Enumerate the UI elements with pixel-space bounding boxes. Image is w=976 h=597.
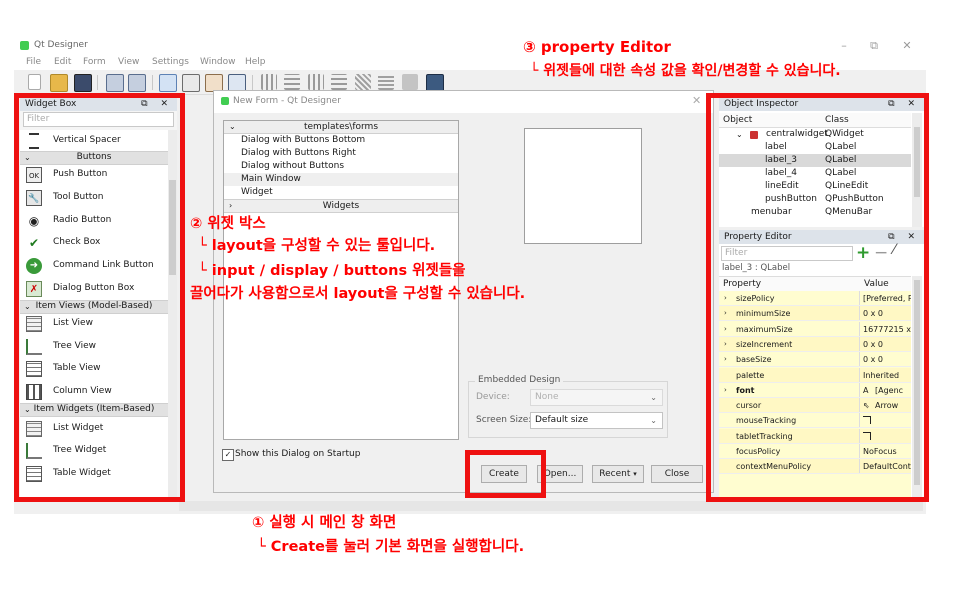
new-file-icon[interactable]: [28, 74, 41, 90]
qt-logo-icon: [20, 41, 29, 50]
highlight-widget-box: [14, 93, 185, 502]
menu-form[interactable]: Form: [83, 57, 106, 67]
close-button[interactable]: ✕: [894, 38, 920, 54]
tree-header-label: templates\forms: [303, 122, 379, 132]
device-select[interactable]: None ⌄: [530, 389, 663, 406]
title-bar: Qt Designer – ⧉ ✕: [14, 34, 926, 58]
layout-vertical-icon[interactable]: [284, 74, 300, 90]
chevron-down-icon: ⌄: [229, 122, 236, 131]
layout-splitter-v-icon[interactable]: [331, 74, 347, 90]
save-icon[interactable]: [74, 74, 92, 92]
minimize-button[interactable]: –: [831, 38, 857, 54]
menu-settings[interactable]: Settings: [152, 57, 189, 67]
embedded-design-group: Embedded Design Device: None ⌄ Screen Si…: [468, 375, 668, 438]
template-item[interactable]: Dialog without Buttons: [224, 160, 458, 173]
layout-horizontal-icon[interactable]: [261, 74, 277, 90]
layout-splitter-h-icon[interactable]: [308, 74, 324, 90]
tree-header-label: Widgets: [322, 201, 360, 211]
tree-header-templates[interactable]: ⌄ templates\forms: [224, 121, 458, 134]
open-folder-icon[interactable]: [50, 74, 68, 92]
template-item[interactable]: Dialog with Buttons Bottom: [224, 134, 458, 147]
dialog-close-button[interactable]: ✕: [692, 94, 701, 107]
recent-button-label: Recent: [599, 469, 631, 479]
device-select-value: None: [535, 392, 559, 402]
annotation-widget-box-line1: └ layout을 구성할 수 있는 툴입니다.: [198, 238, 436, 254]
layout-grid-icon[interactable]: [378, 74, 394, 90]
menu-edit[interactable]: Edit: [54, 57, 71, 67]
annotation-widget-box-line3: 끌어다가 사용함으로서 layout을 구성할 수 있습니다.: [190, 286, 526, 302]
group-title: Embedded Design: [475, 375, 564, 385]
screen-size-value: Default size: [535, 415, 589, 425]
show-on-startup-label: Show this Dialog on Startup: [235, 449, 361, 459]
device-label: Device:: [476, 392, 510, 402]
annotation-property-editor-desc: └ 위젯들에 대한 속성 값을 확인/변경할 수 있습니다.: [530, 63, 841, 79]
window-title: Qt Designer: [34, 40, 88, 50]
break-layout-icon[interactable]: [402, 74, 418, 90]
recent-button[interactable]: Recent ▾: [592, 465, 644, 483]
menu-file[interactable]: File: [26, 57, 41, 67]
qt-logo-icon: [221, 97, 229, 105]
highlight-create-button: [465, 450, 546, 498]
screen-size-label: Screen Size:: [476, 415, 532, 425]
annotation-main-desc: └ Create를 눌러 기본 화면을 실행합니다.: [257, 539, 525, 555]
menu-window[interactable]: Window: [200, 57, 236, 67]
screen-size-select[interactable]: Default size ⌄: [530, 412, 663, 429]
maximize-button[interactable]: ⧉: [861, 38, 887, 54]
form-preview: [524, 128, 642, 244]
menu-help[interactable]: Help: [245, 57, 266, 67]
dialog-title: New Form - Qt Designer: [233, 96, 341, 106]
status-strip: [179, 501, 923, 511]
tree-header-widgets[interactable]: › Widgets: [224, 199, 458, 213]
edit-signals-icon[interactable]: [182, 74, 200, 92]
dropdown-arrow-icon: ▾: [633, 470, 637, 478]
template-item[interactable]: Widget: [224, 186, 458, 199]
edit-widgets-icon[interactable]: [159, 74, 177, 92]
annotation-widget-box-line2: └ input / display / buttons 위젯들을: [198, 263, 466, 279]
close-dialog-button[interactable]: Close: [651, 465, 703, 483]
annotation-property-editor-title: ③ property Editor: [523, 38, 671, 56]
chevron-right-icon: ›: [229, 201, 233, 210]
undo-window-icon[interactable]: [106, 74, 124, 92]
chevron-down-icon: ⌄: [650, 393, 657, 402]
template-item-selected[interactable]: Main Window: [224, 173, 458, 186]
highlight-object-property-panels: [706, 93, 929, 502]
layout-form-icon[interactable]: [355, 74, 371, 90]
dialog-title-bar: New Form - Qt Designer ✕: [214, 91, 713, 113]
redo-window-icon[interactable]: [128, 74, 146, 92]
annotation-main-title: ① 실행 시 메인 창 화면: [252, 515, 397, 531]
annotation-widget-box-title: ② 위젯 박스: [190, 216, 266, 232]
template-item[interactable]: Dialog with Buttons Right: [224, 147, 458, 160]
chevron-down-icon: ⌄: [650, 416, 657, 425]
templates-tree: ⌄ templates\forms Dialog with Buttons Bo…: [223, 120, 459, 440]
show-on-startup-checkbox[interactable]: ✓: [222, 449, 234, 461]
menu-view[interactable]: View: [118, 57, 139, 67]
